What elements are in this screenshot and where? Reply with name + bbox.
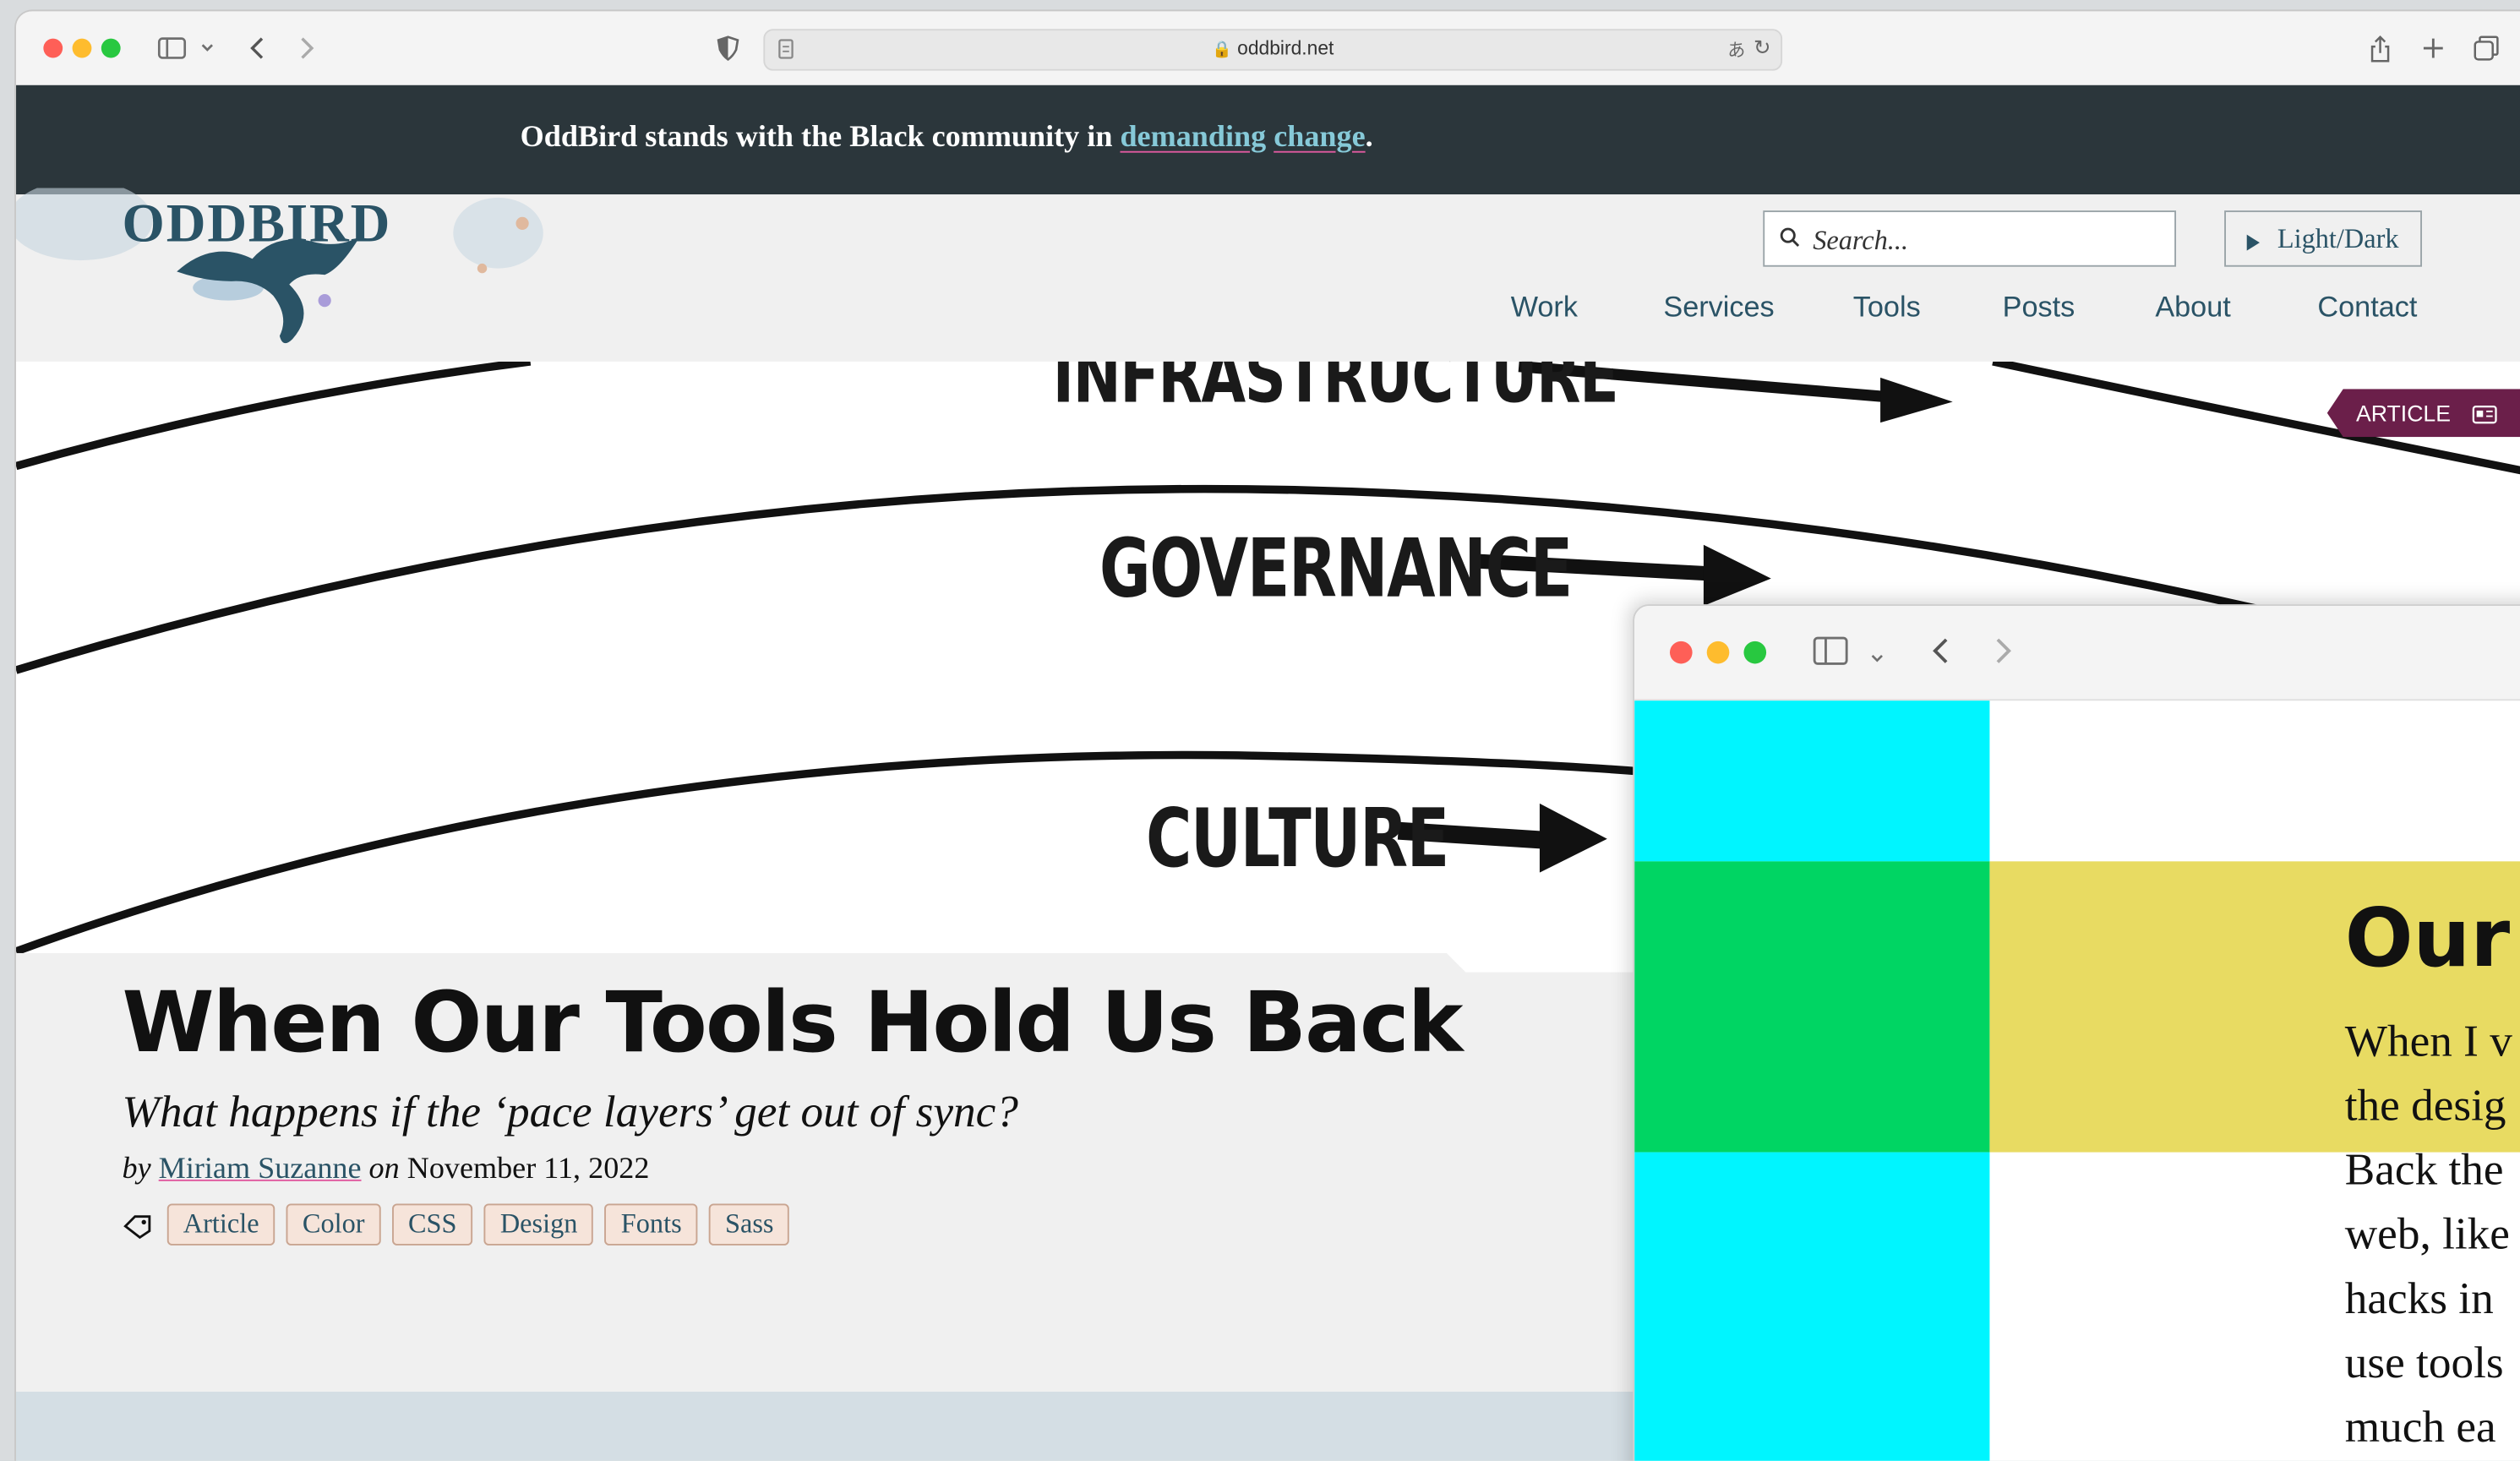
publish-date: November 11, 2022	[406, 1152, 650, 1186]
overlay-zoom-button[interactable]	[1743, 641, 1767, 664]
share-icon[interactable]	[2363, 30, 2398, 66]
article-byline: by Miriam Suzanne on November 11, 2022	[123, 1153, 650, 1188]
overlay-line-6: use tools	[2344, 1338, 2504, 1389]
byline-by: by	[122, 1152, 151, 1186]
back-arrow-icon[interactable]	[239, 30, 275, 66]
chevron-down-icon[interactable]	[189, 30, 225, 66]
search-input[interactable]: Search...	[1763, 210, 2177, 267]
zoom-window-button[interactable]	[101, 38, 121, 58]
light-dark-toggle-button[interactable]: Light/Dark	[2224, 210, 2423, 267]
banner-period: .	[1365, 120, 1373, 155]
reload-icon[interactable]: ↻	[1754, 35, 1771, 61]
overlay-line-1: When I v	[2344, 1017, 2512, 1067]
article-subtitle: What happens if the ‘pace layers’ get ou…	[122, 1088, 1018, 1138]
site-header: ODDBIRD Search... Light/Dark Work Servic…	[16, 188, 2520, 362]
tag-row: Article Color CSS Design Fonts Sass	[166, 1203, 801, 1246]
banner-link-change[interactable]: change	[1274, 121, 1365, 155]
grid-cell-cyan-top	[1634, 701, 1990, 862]
nav-about[interactable]: About	[2155, 291, 2230, 324]
browser-toolbar: 🔒 oddbird.net あ ↻	[16, 11, 2520, 87]
close-window-button[interactable]	[43, 38, 63, 58]
search-placeholder: Search...	[1813, 225, 1909, 256]
banner-text: OddBird stands with the Black community …	[520, 120, 1121, 155]
play-triangle-icon	[2245, 228, 2261, 260]
overlay-browser-window: Our v When I v the desig Back the web, l…	[1633, 604, 2520, 1461]
overlay-line-4: web, like	[2344, 1210, 2510, 1261]
light-dark-label: Light/Dark	[2277, 223, 2399, 254]
forward-arrow-icon[interactable]	[289, 30, 325, 66]
newspaper-icon	[2472, 403, 2497, 428]
nav-work[interactable]: Work	[1511, 291, 1578, 324]
tab-overview-icon[interactable]	[2468, 30, 2504, 66]
banner-message: OddBird stands with the Black community …	[16, 121, 1877, 156]
new-tab-icon[interactable]	[2415, 30, 2451, 66]
overlay-heading: Our v	[2344, 891, 2520, 985]
address-bar[interactable]: 🔒 oddbird.net あ ↻	[763, 29, 1783, 71]
overlay-close-button[interactable]	[1669, 641, 1693, 664]
grid-cell-cyan-bottom	[1634, 1152, 1990, 1461]
overlay-line-5: hacks in	[2344, 1274, 2494, 1325]
lock-icon: 🔒	[1212, 41, 1232, 60]
tag-icon	[123, 1213, 155, 1247]
announcement-banner: OddBird stands with the Black community …	[16, 84, 2520, 195]
byline-on: on	[368, 1152, 400, 1186]
author-link[interactable]: Miriam Suzanne	[159, 1153, 362, 1186]
nav-tools[interactable]: Tools	[1853, 291, 1921, 324]
translate-icon[interactable]: あ	[1727, 37, 1745, 63]
nav-posts[interactable]: Posts	[2003, 291, 2075, 324]
nav-services[interactable]: Services	[1663, 291, 1774, 324]
tag-css[interactable]: CSS	[391, 1203, 473, 1246]
article-badge: ARTICLE	[2326, 389, 2520, 438]
tag-article[interactable]: Article	[166, 1203, 275, 1246]
tag-color[interactable]: Color	[286, 1203, 381, 1246]
overlay-line-2: the desig	[2344, 1081, 2506, 1131]
overlay-line-3: Back the	[2344, 1145, 2504, 1196]
article-title: When Our Tools Hold Us Back	[122, 975, 1464, 1072]
grid-cell-green	[1634, 861, 1990, 1153]
overlay-minimize-button[interactable]	[1706, 641, 1730, 664]
minimize-window-button[interactable]	[72, 38, 92, 58]
banner-link-demanding[interactable]: demanding	[1120, 121, 1266, 155]
screenshot-stage: 🔒 oddbird.net あ ↻ OddBird stands with th…	[0, 0, 2520, 1461]
privacy-shield-icon[interactable]	[711, 30, 746, 66]
label-infrastructure: INFRASTRUCTURE	[1052, 361, 1619, 420]
sidebar-icon[interactable]	[155, 30, 190, 66]
tag-fonts[interactable]: Fonts	[604, 1203, 698, 1246]
bird-logo-icon	[177, 236, 361, 344]
url-value: oddbird.net	[1237, 36, 1334, 60]
overlay-forward-arrow-icon[interactable]	[1994, 636, 2014, 673]
nav-contact[interactable]: Contact	[2317, 291, 2417, 324]
overlay-sidebar-icon[interactable]	[1813, 636, 1848, 673]
tag-design[interactable]: Design	[483, 1203, 594, 1246]
overlay-line-7: much ea	[2344, 1403, 2496, 1453]
article-badge-label: ARTICLE	[2356, 400, 2452, 426]
tag-sass[interactable]: Sass	[708, 1203, 790, 1246]
overlay-toolbar	[1634, 605, 2520, 701]
label-governance: GOVERNANCE	[1099, 522, 1573, 616]
url-text: 🔒 oddbird.net	[765, 37, 1781, 60]
overlay-chevron-down-icon[interactable]	[1869, 645, 1885, 673]
overlay-back-arrow-icon[interactable]	[1930, 636, 1950, 673]
label-culture: CULTURE	[1145, 792, 1449, 886]
search-icon	[1779, 226, 1800, 255]
